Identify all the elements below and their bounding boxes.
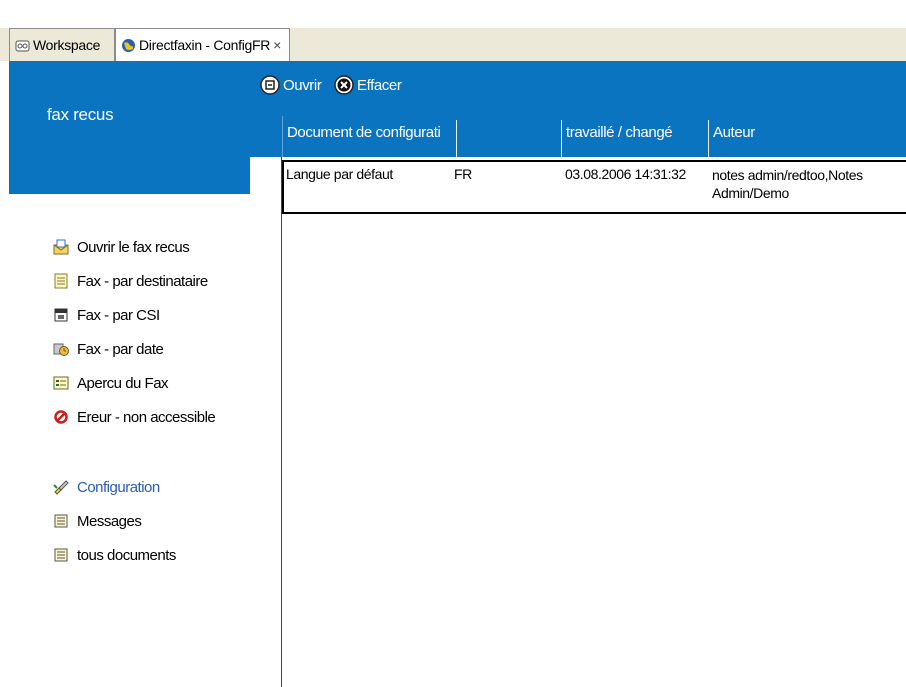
- database-title: fax recus: [47, 105, 114, 124]
- nav-item-apercu-du-fax[interactable]: Apercu du Fax: [53, 366, 215, 400]
- column-divider[interactable]: [708, 120, 709, 157]
- selection-margin[interactable]: [250, 157, 282, 687]
- cell-author-line: notes admin/redtoo,Notes: [712, 167, 863, 183]
- workspace-icon: [15, 38, 30, 53]
- cell-modified: 03.08.2006 14:31:32: [565, 166, 686, 182]
- tab-bar: Workspace Directfaxin - ConfigFR ×: [0, 0, 906, 61]
- column-header-author[interactable]: Auteur: [713, 124, 755, 141]
- forbidden-icon: [53, 409, 69, 425]
- nav-item-ereur-non-accessible[interactable]: Ereur - non accessible: [53, 400, 216, 434]
- nav-item-ouvrir-fax[interactable]: Ouvrir le fax recus: [53, 230, 215, 264]
- calendar-icon: [53, 307, 69, 323]
- nav-item-fax-par-csi[interactable]: Fax - par CSI: [53, 298, 215, 332]
- cell-language: FR: [454, 166, 472, 182]
- nav-item-label: Apercu du Fax: [77, 374, 169, 392]
- column-header-document[interactable]: Document de configurati: [287, 124, 441, 141]
- document-icon: [53, 513, 69, 529]
- nav-item-tous-documents[interactable]: tous documents: [53, 538, 176, 572]
- open-label: Ouvrir: [283, 76, 322, 94]
- nav-item-messages[interactable]: Messages: [53, 504, 176, 538]
- delete-button[interactable]: Effacer: [334, 75, 402, 95]
- tab-directfaxin-config[interactable]: Directfaxin - ConfigFR ×: [115, 28, 290, 61]
- action-toolbar: Ouvrir Effacer: [250, 61, 906, 116]
- cell-author-line: Admin/Demo: [712, 185, 789, 201]
- nav-item-label: Fax - par CSI: [77, 306, 160, 324]
- nav-item-label: Ouvrir le fax recus: [77, 238, 190, 256]
- nav-item-label: Fax - par date: [77, 340, 164, 358]
- nav-item-label: Fax - par destinataire: [77, 272, 208, 290]
- other-views-list: Configuration Messages tous documents: [53, 470, 176, 572]
- globe-icon: [121, 38, 136, 53]
- nav-item-label: Configuration: [77, 478, 160, 496]
- nav-item-configuration[interactable]: Configuration: [53, 470, 176, 504]
- tab-label: Workspace: [33, 37, 101, 53]
- nav-item-label: Ereur - non accessible: [77, 408, 216, 426]
- left-navigation: Ouvrir le fax recus Fax - par destinatai…: [9, 194, 250, 687]
- nav-item-label: tous documents: [77, 546, 176, 564]
- cell-author: notes admin/redtoo,Notes Admin/Demo: [712, 166, 863, 202]
- preview-icon: [53, 375, 69, 391]
- view-list: Ouvrir le fax recus Fax - par destinatai…: [53, 230, 216, 434]
- tab-label: Directfaxin - ConfigFR: [139, 37, 271, 53]
- column-divider: [282, 116, 283, 157]
- nav-item-fax-par-destinataire[interactable]: Fax - par destinataire: [53, 264, 215, 298]
- open-button[interactable]: Ouvrir: [260, 75, 322, 95]
- open-envelope-icon: [53, 239, 69, 255]
- list-icon: [53, 273, 69, 289]
- column-divider[interactable]: [561, 120, 562, 157]
- left-pane-header: fax recus: [9, 61, 250, 194]
- close-icon[interactable]: ×: [273, 37, 281, 53]
- table-row[interactable]: Langue par défaut FR 03.08.2006 14:31:32…: [282, 160, 906, 214]
- delete-icon: [334, 75, 354, 95]
- nav-item-fax-par-date[interactable]: Fax - par date: [53, 332, 215, 366]
- nav-item-label: Messages: [77, 512, 142, 530]
- cell-document: Langue par défaut: [286, 166, 393, 182]
- tab-workspace[interactable]: Workspace: [9, 28, 115, 61]
- open-icon: [260, 75, 280, 95]
- clock-icon: [53, 341, 69, 357]
- delete-label: Effacer: [357, 76, 402, 94]
- column-divider[interactable]: [456, 120, 457, 157]
- configuration-icon: [53, 479, 69, 495]
- column-header-modified[interactable]: travaillé / changé: [566, 124, 673, 141]
- document-icon: [53, 547, 69, 563]
